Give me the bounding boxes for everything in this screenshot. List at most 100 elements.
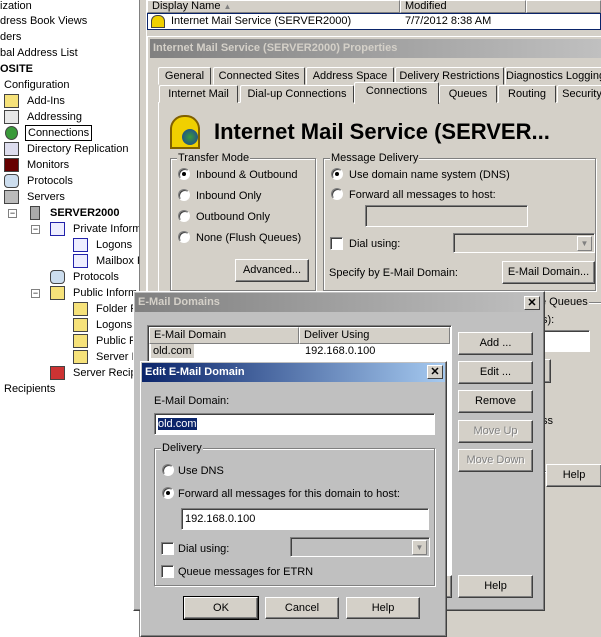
server-icon (30, 206, 40, 220)
tree-item-connections[interactable]: Connections (25, 125, 93, 141)
email-domain-button[interactable]: E-Mail Domain... (502, 261, 595, 284)
radio-forward-to-host[interactable] (331, 188, 343, 200)
tab-connections[interactable]: Connections (354, 82, 439, 104)
queue-etrn-checkbox[interactable] (161, 565, 174, 578)
tree-item-private-info-store[interactable]: Private Inform (73, 221, 139, 237)
list-row[interactable]: Internet Mail Service (SERVER2000) 7/7/2… (147, 13, 601, 30)
tab-queues[interactable]: Queues (439, 85, 497, 103)
addressing-icon (4, 110, 19, 124)
dial-using-checkbox[interactable] (161, 542, 174, 555)
collapse-icon[interactable]: − (31, 225, 40, 234)
radio-inbound-only[interactable] (178, 189, 190, 201)
tree-item-server-recipients[interactable]: Server Recip (73, 365, 137, 381)
group-label: e Queues (539, 296, 589, 308)
monitor-icon (4, 158, 19, 172)
column-header-blank[interactable] (526, 0, 601, 13)
tree-item-server-replication[interactable]: Server I (96, 349, 135, 365)
close-icon[interactable]: ✕ (427, 365, 443, 379)
tree-item-server-protocols[interactable]: Protocols (73, 269, 119, 285)
ok-button[interactable]: OK (183, 596, 259, 620)
radio-none-flush-queues[interactable] (178, 231, 190, 243)
tree-item[interactable]: bal Address List (0, 45, 78, 61)
tree-item-monitors[interactable]: Monitors (27, 157, 69, 173)
move-up-button[interactable]: Move Up (458, 420, 533, 443)
cancel-button[interactable]: Cancel (265, 597, 339, 619)
label: Outbound Only (196, 211, 270, 223)
forward-host-input[interactable] (365, 205, 528, 227)
collapse-icon[interactable]: − (31, 289, 40, 298)
tab-internet-mail[interactable]: Internet Mail (159, 85, 238, 103)
tree-item-mailbox-resources[interactable]: Mailbox F (96, 253, 139, 269)
queue-input[interactable] (542, 330, 590, 352)
tab-security[interactable]: Security (557, 85, 601, 103)
column-header-deliver-using[interactable]: Deliver Using (299, 327, 450, 344)
label: Forward all messages for this domain to … (178, 488, 400, 500)
group-label: Transfer Mode (177, 152, 251, 164)
tab-connected-sites[interactable]: Connected Sites (213, 67, 305, 85)
tab-general[interactable]: General (158, 67, 211, 85)
column-header-email-domain[interactable]: E-Mail Domain (149, 327, 299, 344)
email-domain-input[interactable]: old.com (154, 413, 435, 435)
radio-use-dns[interactable] (331, 168, 343, 180)
tree-item-public-folder-resources[interactable]: Public F (96, 333, 136, 349)
tree-item-addins[interactable]: Add-Ins (27, 93, 65, 109)
tree-item-protocols[interactable]: Protocols (27, 173, 73, 189)
dial-using-combo[interactable]: ▼ (453, 233, 595, 253)
dial-using-checkbox[interactable] (330, 237, 343, 250)
radio-forward-to-host[interactable] (162, 487, 174, 499)
tree-item-directory-replication[interactable]: Directory Replication (27, 141, 128, 157)
replication-icon (4, 142, 19, 156)
email-domains-help-button[interactable]: Help (458, 575, 533, 598)
tree-item-recipients[interactable]: Recipients (4, 381, 55, 397)
radio-outbound-only[interactable] (178, 210, 190, 222)
tree-item-servers[interactable]: Servers (27, 189, 65, 205)
properties-help-button[interactable]: Help (546, 464, 601, 487)
store-icon (50, 222, 65, 236)
tree-item-public-info-store[interactable]: Public Inform (73, 285, 137, 301)
tree-item-public-logons[interactable]: Logons (96, 317, 132, 333)
radio-inbound-outbound[interactable] (178, 168, 190, 180)
internet-mail-service-icon (170, 115, 200, 149)
public-folder-icon (73, 334, 88, 348)
dial-using-combo[interactable]: ▼ (290, 537, 430, 557)
move-down-button[interactable]: Move Down (458, 449, 533, 472)
collapse-icon[interactable]: − (8, 209, 17, 218)
edit-button[interactable]: Edit ... (458, 361, 533, 384)
tree-item-server2000[interactable]: SERVER2000 (50, 205, 120, 221)
logons-icon (73, 318, 88, 332)
edit-email-domain-title: Edit E-Mail Domain (142, 363, 445, 382)
add-button[interactable]: Add ... (458, 332, 533, 355)
tree-item[interactable]: ization (0, 0, 32, 14)
label: Specify by E-Mail Domain: (329, 267, 458, 279)
tree-item[interactable]: ders (0, 29, 21, 45)
group-label: Message Delivery (330, 152, 420, 164)
mailbox-icon (73, 254, 88, 268)
row-domain[interactable]: old.com (151, 344, 194, 358)
tree-item-site[interactable]: OSITE (0, 61, 33, 77)
advanced-button[interactable]: Advanced... (235, 259, 309, 282)
remove-button[interactable]: Remove (458, 390, 533, 413)
tab-diagnostics-logging[interactable]: Diagnostics Logging (505, 67, 601, 85)
close-icon[interactable]: ✕ (524, 296, 540, 310)
column-header-modified[interactable]: Modified (400, 0, 526, 13)
help-button[interactable]: Help (346, 597, 420, 619)
forward-host-input[interactable]: 192.168.0.100 (181, 508, 429, 530)
globe-icon (5, 126, 18, 140)
selected-text: old.com (158, 418, 197, 430)
tree-item-folder-replication[interactable]: Folder F (96, 301, 137, 317)
tree-item-addressing[interactable]: Addressing (27, 109, 82, 125)
tree-item-configuration[interactable]: Configuration (4, 77, 69, 93)
console-tree[interactable]: ization dress Book Views ders bal Addres… (0, 0, 139, 637)
label: Use domain name system (DNS) (349, 169, 510, 181)
logons-icon (73, 238, 88, 252)
tab-routing[interactable]: Routing (498, 85, 556, 103)
label: Dial using: (349, 238, 401, 250)
column-header-display-name[interactable]: Display Name ▲ (147, 0, 400, 13)
servers-icon (4, 190, 19, 204)
radio-use-dns[interactable] (162, 464, 174, 476)
chevron-down-icon: ▼ (412, 540, 427, 555)
tree-item-logons[interactable]: Logons (96, 237, 132, 253)
tab-dialup-connections[interactable]: Dial-up Connections (240, 85, 354, 103)
folder-icon (73, 302, 88, 316)
tree-item[interactable]: dress Book Views (0, 13, 87, 29)
